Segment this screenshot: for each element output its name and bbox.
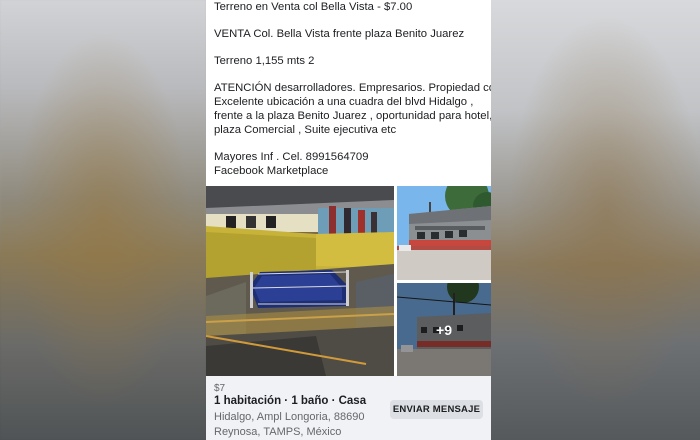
listing-price: $7	[214, 383, 226, 394]
photo-grid: +9	[206, 186, 491, 376]
photo-top[interactable]	[397, 186, 491, 280]
blurred-background-left	[0, 0, 206, 440]
post-description: Terreno en Venta col Bella Vista - $7.00…	[214, 0, 491, 178]
building-photo	[397, 186, 491, 280]
post-text-line: Terreno 1,155 mts 2	[214, 55, 315, 67]
listing-card[interactable]: $7 1 habitación · 1 baño · Casa Hidalgo,…	[206, 376, 491, 440]
photo-main[interactable]	[206, 186, 394, 376]
send-message-button[interactable]: ENVIAR MENSAJE	[390, 400, 483, 419]
photo-more[interactable]: +9	[397, 283, 491, 376]
post-text-line: VENTA Col. Bella Vista frente plaza Beni…	[214, 28, 465, 40]
post-text-line: Excelente ubicación a una cuadra del blv…	[214, 96, 474, 108]
source-line: Facebook Marketplace	[214, 165, 329, 177]
contact-line: Mayores Inf . Cel. 8991564709	[214, 151, 369, 163]
listing-address: Hidalgo, Ampl Longoria, 88690 Reynosa, T…	[214, 410, 364, 440]
post-text-line: ATENCIÓN desarrolladores. Empresarios. P…	[214, 82, 491, 94]
blurred-background-right	[491, 0, 700, 440]
post-title-line: Terreno en Venta col Bella Vista - $7.00	[214, 1, 413, 13]
address-line-1: Hidalgo, Ampl Longoria, 88690	[214, 411, 365, 423]
post-text-line: frente a la plaza Benito Juarez , oportu…	[214, 110, 491, 122]
post-text-line: plaza Comercial , Suite ejecutiva etc	[214, 124, 397, 136]
marketplace-post: Terreno en Venta col Bella Vista - $7.00…	[206, 0, 491, 440]
arena-photo	[206, 186, 394, 376]
more-photos-count: +9	[397, 283, 491, 376]
address-line-2: Reynosa, TAMPS, México	[214, 426, 342, 438]
listing-title: 1 habitación · 1 baño · Casa	[214, 395, 367, 407]
